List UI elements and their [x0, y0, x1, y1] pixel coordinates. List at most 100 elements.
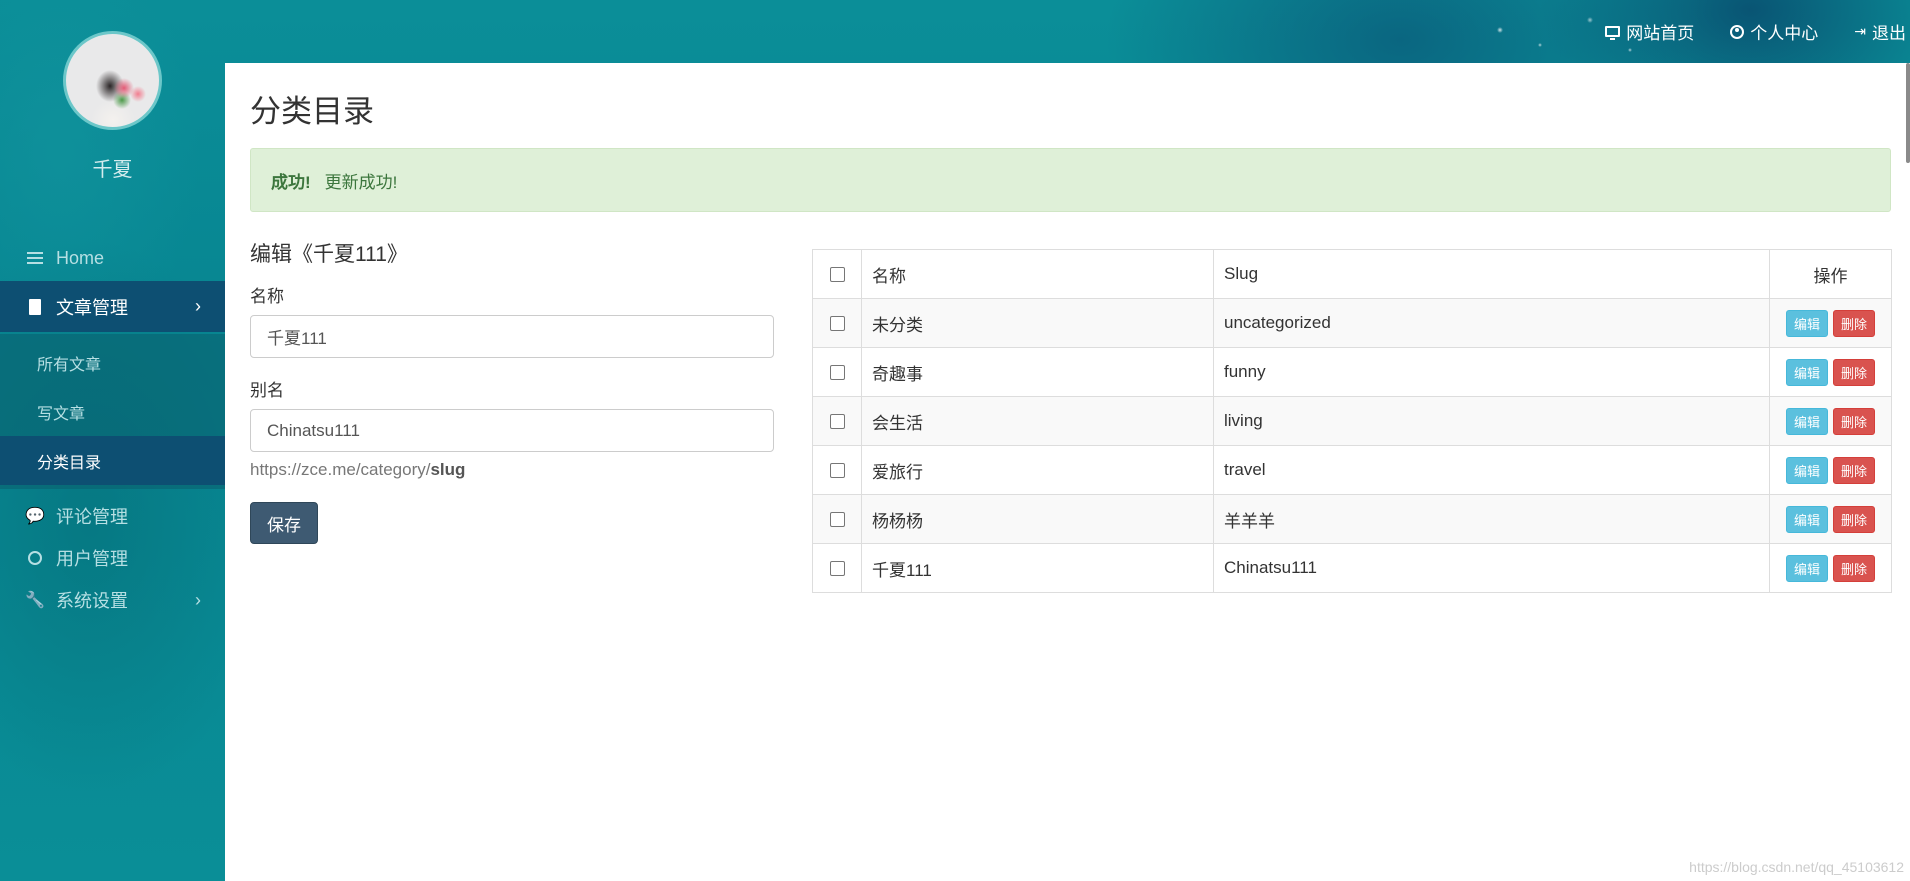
submenu-item-label: 写文章: [37, 405, 86, 423]
edit-category-form: 编辑《千夏111》 名称 千夏111 别名 Chinatsu111 https:…: [250, 238, 775, 544]
page-title: 分类目录: [250, 94, 374, 129]
row-name: 杨杨杨: [861, 494, 1214, 544]
monitor-icon: [1605, 26, 1621, 40]
nav-logout-label: 退出: [1872, 24, 1906, 43]
delete-button[interactable]: 删除: [1833, 407, 1876, 435]
header-ops: 操作: [1769, 249, 1892, 299]
table-row: 会生活 living 编辑 删除: [812, 396, 1892, 446]
delete-button[interactable]: 删除: [1833, 358, 1876, 386]
row-actions-cell: 编辑 删除: [1769, 543, 1892, 593]
submenu-item-categories[interactable]: 分类目录: [0, 436, 225, 485]
sidebar-item-label: 用户管理: [56, 549, 128, 569]
nav-home-link[interactable]: 网站首页: [1605, 19, 1694, 44]
row-checkbox[interactable]: [829, 512, 845, 528]
user-circle-icon: [1730, 24, 1745, 39]
row-slug: travel: [1213, 445, 1770, 495]
sidebar-item-settings[interactable]: 🔧 系统设置 ›: [0, 579, 225, 621]
table-row: 未分类 uncategorized 编辑 删除: [812, 298, 1892, 348]
sidebar-item-posts[interactable]: 文章管理 ›: [0, 281, 225, 332]
submenu-item-all-posts[interactable]: 所有文章: [0, 338, 225, 387]
row-checkbox-cell: [812, 445, 862, 495]
submenu-item-write-post[interactable]: 写文章: [0, 387, 225, 436]
row-slug: Chinatsu111: [1213, 543, 1770, 593]
wrench-icon: 🔧: [25, 592, 45, 609]
row-checkbox-cell: [812, 494, 862, 544]
select-all-checkbox[interactable]: [829, 267, 845, 283]
name-input[interactable]: 千夏111: [250, 315, 774, 358]
edit-button[interactable]: 编辑: [1785, 309, 1828, 337]
slug-label: 别名: [250, 381, 284, 400]
row-checkbox[interactable]: [829, 414, 845, 430]
categories-table-wrapper: 名称 Slug 操作 未分类 uncategorized 编辑 删除 奇趣事 fu…: [812, 249, 1892, 593]
chevron-right-icon: ›: [195, 296, 201, 316]
table-row: 杨杨杨 羊羊羊 编辑 删除: [812, 494, 1892, 544]
delete-button[interactable]: 删除: [1833, 309, 1876, 337]
sidebar-item-label: Home: [56, 247, 105, 268]
user-circle-icon: [26, 551, 44, 565]
row-actions-cell: 编辑 删除: [1769, 494, 1892, 544]
row-checkbox[interactable]: [829, 316, 845, 332]
row-name: 奇趣事: [861, 347, 1214, 397]
slug-hint: https://zce.me/category/slug: [250, 460, 775, 480]
form-title: 编辑《千夏111》: [250, 243, 408, 266]
row-slug: living: [1213, 396, 1770, 446]
row-actions-cell: 编辑 删除: [1769, 347, 1892, 397]
delete-button[interactable]: 删除: [1833, 505, 1876, 533]
success-alert: 成功! 更新成功!: [250, 148, 1891, 212]
watermark: https://blog.csdn.net/qq_45103612: [1689, 859, 1904, 875]
table-row: 奇趣事 funny 编辑 删除: [812, 347, 1892, 397]
row-slug: 羊羊羊: [1213, 494, 1770, 544]
row-checkbox-cell: [812, 298, 862, 348]
nav-logout-link[interactable]: ⇥ 退出: [1854, 19, 1906, 44]
header-name: 名称: [861, 249, 1214, 299]
slug-input[interactable]: Chinatsu111: [250, 409, 774, 452]
avatar[interactable]: [63, 31, 162, 130]
edit-button[interactable]: 编辑: [1785, 358, 1828, 386]
scrollbar[interactable]: [1906, 63, 1910, 163]
alert-strong: 成功!: [271, 172, 311, 192]
row-checkbox-cell: [812, 543, 862, 593]
top-navbar: 网站首页 个人中心 ⇥ 退出: [225, 0, 1910, 63]
slug-hint-prefix: https://zce.me/category/: [250, 460, 431, 479]
save-button[interactable]: 保存: [250, 502, 318, 544]
row-name: 千夏111: [861, 543, 1214, 593]
sidebar-item-label: 评论管理: [56, 507, 128, 527]
delete-button[interactable]: 删除: [1833, 456, 1876, 484]
delete-button[interactable]: 删除: [1833, 554, 1876, 582]
row-checkbox-cell: [812, 347, 862, 397]
slug-hint-bold: slug: [430, 460, 466, 479]
row-checkbox[interactable]: [829, 463, 845, 479]
row-slug: funny: [1213, 347, 1770, 397]
submenu-item-label: 所有文章: [37, 356, 102, 374]
row-checkbox[interactable]: [829, 561, 845, 577]
nav-home-label: 网站首页: [1626, 24, 1695, 43]
sidebar-item-label: 文章管理: [56, 297, 128, 318]
header-slug: Slug: [1213, 249, 1770, 299]
edit-button[interactable]: 编辑: [1785, 505, 1828, 533]
row-checkbox[interactable]: [829, 365, 845, 381]
row-actions-cell: 编辑 删除: [1769, 396, 1892, 446]
table-row: 爱旅行 travel 编辑 删除: [812, 445, 1892, 495]
row-actions-cell: 编辑 删除: [1769, 445, 1892, 495]
sidebar-username: 千夏: [92, 159, 133, 181]
document-icon: [26, 298, 44, 315]
categories-table: 名称 Slug 操作 未分类 uncategorized 编辑 删除 奇趣事 fu…: [812, 249, 1892, 593]
edit-button[interactable]: 编辑: [1785, 554, 1828, 582]
select-all-cell: [812, 249, 862, 299]
row-slug: uncategorized: [1213, 298, 1770, 348]
chevron-right-icon: ›: [195, 589, 201, 610]
sidebar-item-users[interactable]: 用户管理: [0, 537, 225, 579]
edit-button[interactable]: 编辑: [1785, 407, 1828, 435]
edit-button[interactable]: 编辑: [1785, 456, 1828, 484]
row-name: 会生活: [861, 396, 1214, 446]
nav-profile-label: 个人中心: [1750, 24, 1819, 43]
sidebar-item-home[interactable]: Home: [0, 237, 225, 279]
sidebar-item-comments[interactable]: 💬 评论管理: [0, 495, 225, 537]
list-icon: [26, 252, 44, 264]
sidebar-item-label: 系统设置: [56, 591, 128, 611]
comments-icon: 💬: [25, 508, 45, 525]
row-checkbox-cell: [812, 396, 862, 446]
nav-profile-link[interactable]: 个人中心: [1730, 19, 1818, 44]
row-actions-cell: 编辑 删除: [1769, 298, 1892, 348]
row-name: 爱旅行: [861, 445, 1214, 495]
